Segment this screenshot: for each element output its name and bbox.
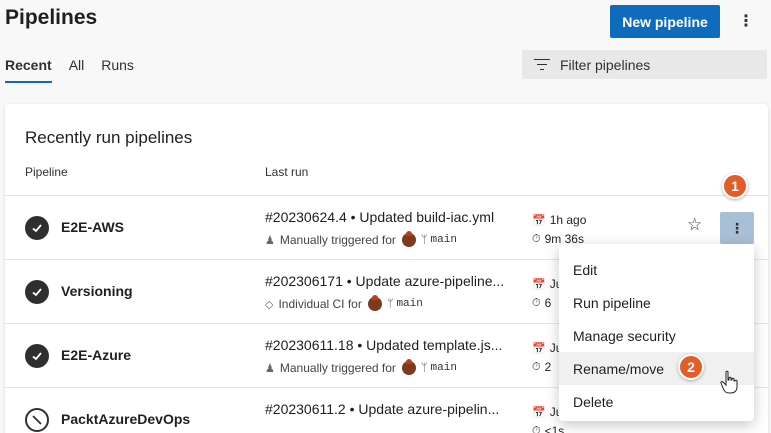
- run-title[interactable]: #20230611.2 • Update azure-pipelin...: [265, 401, 499, 417]
- duration: 6: [544, 296, 552, 310]
- filter-pipelines-input[interactable]: Filter pipelines: [522, 50, 767, 79]
- run-title[interactable]: #202306171 • Update azure-pipeline...: [265, 273, 504, 289]
- column-header-last-run: Last run: [265, 165, 309, 179]
- branch-name: main: [430, 362, 457, 374]
- page-title: Pipelines: [5, 6, 98, 29]
- trigger-text: Individual CI for: [278, 297, 362, 311]
- star-icon[interactable]: ☆: [687, 215, 702, 235]
- filter-placeholder: Filter pipelines: [560, 56, 651, 73]
- pipeline-name[interactable]: PacktAzureDevOps: [61, 411, 190, 427]
- row-context-menu: Edit Run pipeline Manage security Rename…: [559, 244, 754, 421]
- run-duration: ⏱ 2: [532, 360, 551, 374]
- tab-runs[interactable]: Runs: [101, 57, 134, 83]
- trigger-text: Manually triggered for: [279, 361, 396, 375]
- run-time: 📅 Ju: [532, 341, 562, 355]
- run-meta: ♟ Manually triggered for ᛘ main: [265, 231, 457, 247]
- hand-cursor-icon: [720, 370, 738, 394]
- run-meta: ♟ Manually triggered for ᛘ main: [265, 359, 457, 375]
- timer-icon: ⏱: [532, 232, 541, 245]
- run-time: 📅 Ju: [532, 277, 562, 291]
- calendar-icon: 📅: [532, 278, 546, 291]
- run-time: 📅 1h ago: [532, 213, 586, 227]
- step-badge-2: 2: [678, 354, 704, 380]
- calendar-icon: 📅: [532, 406, 546, 419]
- avatar: [367, 295, 382, 311]
- tag-icon: ◇: [265, 298, 274, 311]
- duration: 2: [544, 360, 552, 374]
- section-title: Recently run pipelines: [25, 128, 193, 147]
- run-meta: ◇ Individual CI for ᛘ main: [265, 295, 423, 311]
- run-title[interactable]: #20230624.4 • Updated build-iac.yml: [265, 209, 494, 225]
- branch-icon: ᛘ: [386, 298, 394, 310]
- menu-item-manage-security[interactable]: Manage security: [559, 319, 754, 352]
- person-icon: ♟: [265, 362, 275, 375]
- tab-all[interactable]: All: [69, 57, 85, 83]
- column-header-pipeline: Pipeline: [25, 165, 68, 179]
- pipeline-name[interactable]: E2E-AWS: [61, 219, 124, 235]
- trigger-text: Manually triggered for: [279, 233, 396, 247]
- run-time: 📅 Ju: [532, 405, 562, 419]
- branch-name: main: [396, 298, 423, 310]
- tab-bar: Recent All Runs: [5, 57, 151, 83]
- more-actions-button[interactable]: ⋮: [720, 212, 754, 244]
- menu-item-edit[interactable]: Edit: [559, 253, 754, 286]
- avatar: [401, 231, 416, 247]
- run-duration: ⏱ 6: [532, 296, 551, 310]
- menu-item-run-pipeline[interactable]: Run pipeline: [559, 286, 754, 319]
- pipeline-name[interactable]: Versioning: [61, 283, 133, 299]
- branch-icon: ᛘ: [420, 362, 428, 374]
- pipeline-name[interactable]: E2E-Azure: [61, 347, 131, 363]
- person-icon: ♟: [265, 234, 275, 247]
- avatar: [401, 359, 416, 375]
- succeeded-icon: [25, 216, 49, 240]
- succeeded-icon: [25, 344, 49, 368]
- not-started-icon: [25, 408, 49, 432]
- new-pipeline-button[interactable]: New pipeline: [610, 5, 720, 38]
- timer-icon: ⏱: [532, 360, 541, 373]
- branch-name: main: [430, 234, 457, 246]
- filter-icon: [534, 58, 550, 71]
- run-duration: ⏱ <1s: [532, 424, 564, 433]
- run-title[interactable]: #20230611.18 • Updated template.js...: [265, 337, 502, 353]
- step-badge-1: 1: [722, 173, 748, 199]
- succeeded-icon: [25, 280, 49, 304]
- tab-recent[interactable]: Recent: [5, 57, 52, 83]
- calendar-icon: 📅: [532, 342, 546, 355]
- branch-icon: ᛘ: [420, 234, 428, 246]
- timer-icon: ⏱: [532, 424, 541, 433]
- duration: <1s: [544, 424, 565, 433]
- calendar-icon: 📅: [532, 214, 546, 227]
- timer-icon: ⏱: [532, 296, 541, 309]
- more-options-icon[interactable]: ⋮: [736, 10, 756, 32]
- time-ago: 1h ago: [549, 213, 587, 227]
